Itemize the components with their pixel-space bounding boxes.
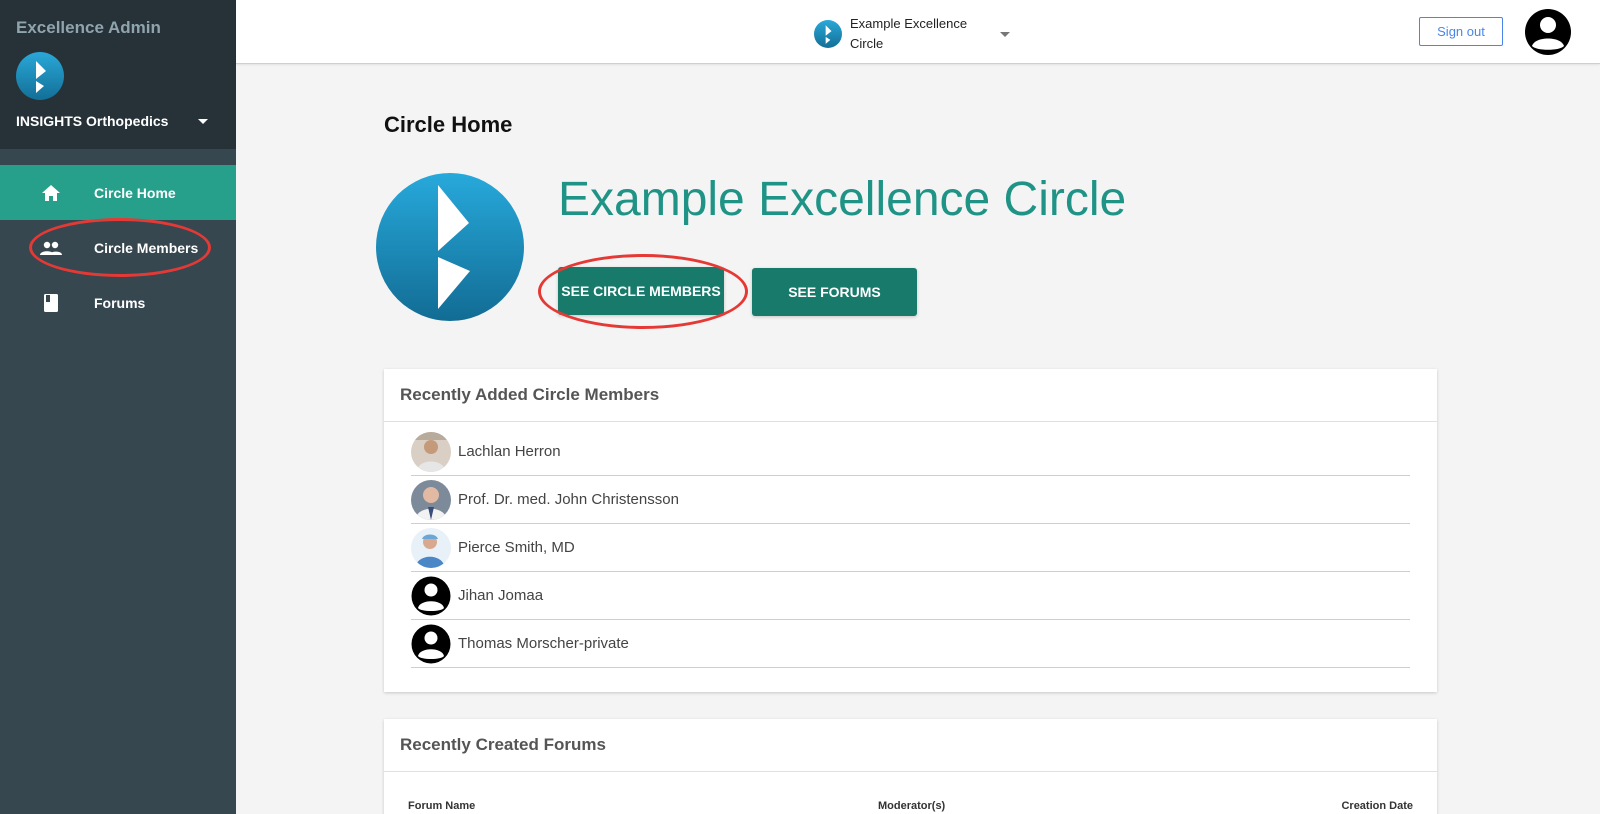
sidebar-item-circle-members[interactable]: Circle Members [0,220,236,275]
see-forums-button[interactable]: SEE FORUMS [752,268,917,316]
member-name: Thomas Morscher-private [458,635,629,652]
circle-logo-icon [814,20,842,48]
card-title: Recently Created Forums [384,719,1437,772]
people-icon [40,237,62,259]
list-item[interactable]: Lachlan Herron [411,428,1410,476]
page-title: Circle Home [384,112,513,137]
chevron-down-icon [1000,31,1010,37]
column-header-creation-date[interactable]: Creation Date [1341,800,1413,812]
member-name: Pierce Smith, MD [458,539,575,556]
column-header-forum-name[interactable]: Forum Name [408,800,878,812]
top-bar: Example Excellence Circle Sign out [236,0,1600,64]
see-circle-members-button[interactable]: SEE CIRCLE MEMBERS [558,267,724,315]
sidebar: Excellence Admin INSIGHTS Orthopedics Ci… [0,0,236,814]
sidebar-item-circle-home[interactable]: Circle Home [0,165,236,220]
sidebar-item-label: Circle Members [94,239,199,256]
list-item[interactable]: Jihan Jomaa [411,572,1410,620]
column-header-moderators[interactable]: Moderator(s) [878,800,1341,812]
chevron-down-icon [198,118,208,124]
member-list: Lachlan Herron Prof. Dr. med. John Chris… [384,422,1437,668]
circle-title: Example Excellence Circle [558,173,1127,226]
circle-switcher-label: Example Excellence Circle [850,16,968,51]
org-logo-icon [16,52,64,100]
sidebar-item-label: Circle Home [94,184,176,201]
list-item[interactable]: Prof. Dr. med. John Christensson [411,476,1410,524]
member-name: Jihan Jomaa [458,587,544,604]
book-icon [40,292,62,314]
list-item[interactable]: Pierce Smith, MD [411,524,1410,572]
table-header: Forum Name Moderator(s) Creation Date [384,800,1437,812]
avatar [411,624,451,663]
home-icon [40,182,62,204]
sidebar-item-forums[interactable]: Forums [0,275,236,330]
avatar [411,479,451,520]
avatar [411,576,451,615]
circle-logo-icon [376,173,524,321]
member-name: Prof. Dr. med. John Christensson [458,491,679,508]
avatar [411,431,451,472]
sidebar-nav: Circle Home Circle Members Forums [0,165,236,330]
circle-switcher[interactable]: Example Excellence Circle [814,14,1010,54]
member-name: Lachlan Herron [458,443,561,460]
avatar [411,527,451,568]
app-title: Excellence Admin [16,18,161,37]
card-title: Recently Added Circle Members [384,369,1437,422]
user-avatar-icon[interactable] [1524,8,1572,56]
recent-members-card: Recently Added Circle Members Lachlan He… [384,369,1437,692]
sidebar-item-label: Forums [94,294,146,311]
org-name: INSIGHTS Orthopedics [16,113,169,129]
org-selector[interactable]: INSIGHTS Orthopedics [16,113,220,129]
sign-out-button[interactable]: Sign out [1419,17,1503,46]
sidebar-header: Excellence Admin INSIGHTS Orthopedics [0,0,236,149]
list-item[interactable]: Thomas Morscher-private [411,620,1410,668]
recent-forums-card: Recently Created Forums Forum Name Moder… [384,719,1437,814]
